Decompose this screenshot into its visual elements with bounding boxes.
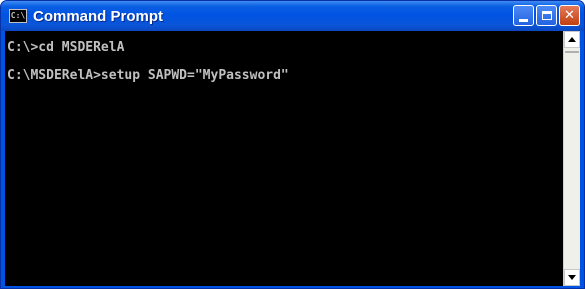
title-bar[interactable]: C:\ Command Prompt ✕ (1, 1, 584, 31)
arrow-down-icon (568, 275, 576, 280)
minimize-button[interactable] (513, 5, 534, 26)
close-button[interactable]: ✕ (559, 5, 580, 26)
maximize-button[interactable] (536, 5, 557, 26)
arrow-up-icon (568, 37, 576, 42)
console-line: C:\MSDERelA>setup SAPWD="MyPassword" (7, 68, 289, 83)
minimize-icon (519, 18, 528, 22)
scroll-up-button[interactable] (564, 31, 580, 48)
console-output[interactable]: C:\>cd MSDERelA C:\MSDERelA>setup SAPWD=… (5, 31, 563, 286)
vertical-scrollbar[interactable] (563, 31, 580, 286)
cmd-icon[interactable]: C:\ (9, 9, 27, 23)
console-line: C:\>cd MSDERelA (7, 40, 125, 55)
window-controls: ✕ (513, 5, 580, 26)
console-area[interactable]: C:\>cd MSDERelA C:\MSDERelA>setup SAPWD=… (5, 31, 580, 286)
close-icon: ✕ (564, 8, 575, 23)
command-prompt-window: C:\ Command Prompt ✕ C:\>cd MSDERelA C:\… (0, 0, 585, 289)
window-title: Command Prompt (33, 7, 164, 25)
scroll-thumb[interactable] (565, 51, 579, 53)
maximize-icon (541, 11, 552, 20)
scroll-down-button[interactable] (564, 269, 580, 286)
